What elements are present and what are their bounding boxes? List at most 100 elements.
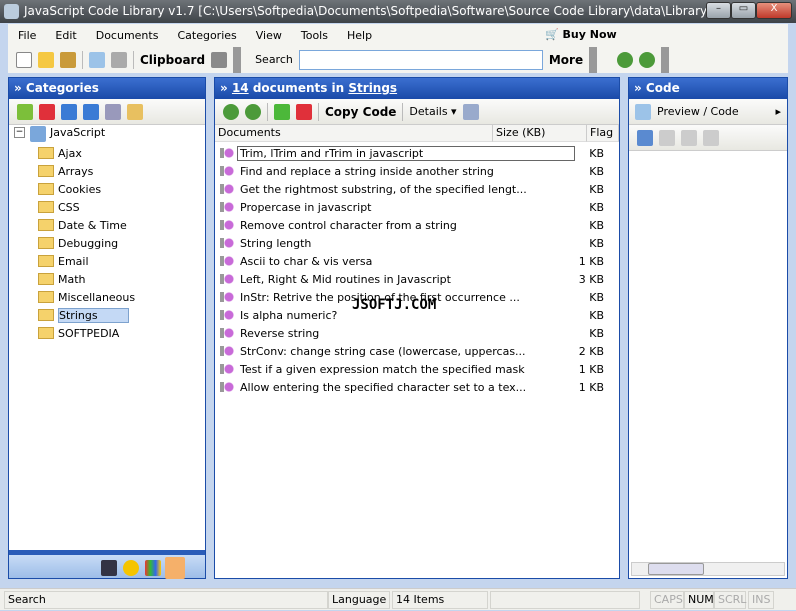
arrow-down-icon[interactable]	[83, 103, 99, 120]
table-row[interactable]: Is alpha numeric? KB	[216, 306, 618, 324]
tab-preview-code[interactable]: Preview / Code	[657, 105, 739, 118]
document-title: Find and replace a string inside another…	[240, 164, 494, 178]
category-item[interactable]: Strings	[38, 306, 129, 324]
table-row[interactable]: StrConv: change string case (lowercase, …	[216, 342, 618, 360]
category-item[interactable]: Cookies	[38, 180, 101, 198]
buy-now-button[interactable]: 🛒 Buy Now	[545, 28, 617, 41]
print-icon[interactable]	[111, 51, 127, 68]
toolbar-overflow[interactable]	[233, 46, 242, 73]
app-icon	[4, 4, 19, 19]
category-label: SOFTPEDIA	[58, 326, 120, 340]
clipboard-button[interactable]: Clipboard	[140, 53, 205, 67]
save-database-icon[interactable]	[60, 51, 76, 68]
add-icon[interactable]	[17, 103, 33, 120]
tools-icon[interactable]	[211, 51, 228, 68]
rename-icon[interactable]	[105, 103, 121, 120]
menu-categories[interactable]: Categories	[177, 29, 236, 42]
folder-icon	[38, 147, 54, 159]
category-item[interactable]: Debugging	[38, 234, 118, 252]
save-icon[interactable]	[681, 129, 697, 146]
document-icon	[220, 346, 234, 356]
column-size[interactable]: Size (KB)	[493, 125, 587, 142]
add-document-icon[interactable]	[274, 103, 290, 120]
maximize-button[interactable]: ▭	[731, 2, 756, 19]
print-preview-icon[interactable]	[89, 51, 105, 68]
star-icon[interactable]	[123, 560, 139, 576]
table-row[interactable]: InStr: Retrive the position of the first…	[216, 288, 618, 306]
horizontal-scrollbar[interactable]	[631, 562, 785, 576]
document-count-link[interactable]: 14	[232, 81, 249, 95]
category-item[interactable]: Ajax	[38, 144, 82, 162]
column-flag[interactable]: Flag	[587, 125, 619, 142]
menu-file[interactable]: File	[18, 29, 36, 42]
title-bar: JavaScript Code Library v1.7 [C:\Users\S…	[0, 0, 796, 23]
category-label: Debugging	[58, 236, 119, 250]
table-row[interactable]: Ascii to char & vis versa 1 KB	[216, 252, 618, 270]
table-row[interactable]: Test if a given expression match the spe…	[216, 360, 618, 378]
category-link[interactable]: Strings	[348, 81, 397, 95]
separator	[82, 50, 83, 69]
flag-icon[interactable]	[462, 103, 479, 120]
new-document-icon[interactable]	[16, 51, 32, 68]
table-row[interactable]: Reverse string KB	[216, 324, 618, 342]
search-input[interactable]	[298, 49, 543, 70]
table-row[interactable]: Allow entering the specified character s…	[216, 378, 618, 396]
column-documents[interactable]: Documents	[215, 125, 493, 142]
arrow-down-circle-icon[interactable]	[639, 51, 656, 68]
delete-document-icon[interactable]	[296, 103, 312, 120]
table-row[interactable]: Left, Right & Mid routines in Javascript…	[216, 270, 618, 288]
separator	[267, 102, 268, 121]
table-row[interactable]: Remove control character from a string KB	[216, 216, 618, 234]
code-library-icon[interactable]	[165, 557, 185, 579]
paste-icon[interactable]	[127, 103, 143, 120]
category-item[interactable]: CSS	[38, 198, 80, 216]
category-item[interactable]: Miscellaneous	[38, 288, 135, 306]
category-item[interactable]: Email	[38, 252, 89, 270]
code-panel: » Code Preview / Code ▸	[628, 77, 788, 579]
close-button[interactable]: X	[756, 2, 792, 19]
more-button[interactable]: More	[549, 53, 583, 67]
open-icon[interactable]	[659, 129, 675, 146]
toolbar-overflow[interactable]	[661, 46, 670, 73]
table-row[interactable]: Trim, lTrim and rTrim in javascript KB	[216, 144, 618, 162]
delete-icon[interactable]	[39, 103, 55, 120]
back-icon[interactable]	[223, 103, 239, 120]
category-item[interactable]: Math	[38, 270, 86, 288]
category-item[interactable]: Arrays	[38, 162, 93, 180]
arrow-up-icon[interactable]	[61, 103, 77, 120]
tab-scroll-right[interactable]: ▸	[775, 105, 787, 118]
table-row[interactable]: String length KB	[216, 234, 618, 252]
table-row[interactable]: Find and replace a string inside another…	[216, 162, 618, 180]
minimize-button[interactable]: –	[706, 2, 731, 19]
arrow-up-circle-icon[interactable]	[617, 51, 634, 68]
document-title: Is alpha numeric?	[240, 308, 338, 322]
toolbar-overflow[interactable]	[589, 46, 598, 73]
folder-icon	[38, 291, 54, 303]
folder-icon	[38, 165, 54, 177]
table-row[interactable]: Propercase in javascript KB	[216, 198, 618, 216]
status-empty	[490, 591, 640, 609]
forward-icon[interactable]	[245, 103, 261, 120]
document-icon	[220, 238, 234, 248]
search-label: Search	[255, 53, 293, 66]
tree-root[interactable]: JavaScript	[30, 126, 105, 142]
menu-documents[interactable]: Documents	[96, 29, 159, 42]
details-dropdown[interactable]: Details ▾	[409, 105, 456, 118]
menu-help[interactable]: Help	[347, 29, 372, 42]
menu-edit[interactable]: Edit	[55, 29, 76, 42]
binoculars-icon[interactable]	[101, 560, 117, 576]
cart-icon: 🛒	[545, 28, 559, 41]
header-text: documents in	[248, 81, 349, 95]
menu-tools[interactable]: Tools	[301, 29, 328, 42]
undo-icon[interactable]	[703, 129, 719, 146]
category-item[interactable]: Date & Time	[38, 216, 127, 234]
view-icon[interactable]	[637, 129, 653, 146]
menu-view[interactable]: View	[256, 29, 282, 42]
windows-icon[interactable]	[145, 560, 161, 576]
collapse-icon[interactable]: −	[14, 127, 25, 138]
scrollbar-thumb[interactable]	[648, 563, 704, 575]
table-row[interactable]: Get the rightmost substring, of the spec…	[216, 180, 618, 198]
copy-code-button[interactable]: Copy Code	[325, 105, 396, 119]
category-item[interactable]: SOFTPEDIA	[38, 324, 119, 342]
open-folder-icon[interactable]	[38, 51, 54, 68]
